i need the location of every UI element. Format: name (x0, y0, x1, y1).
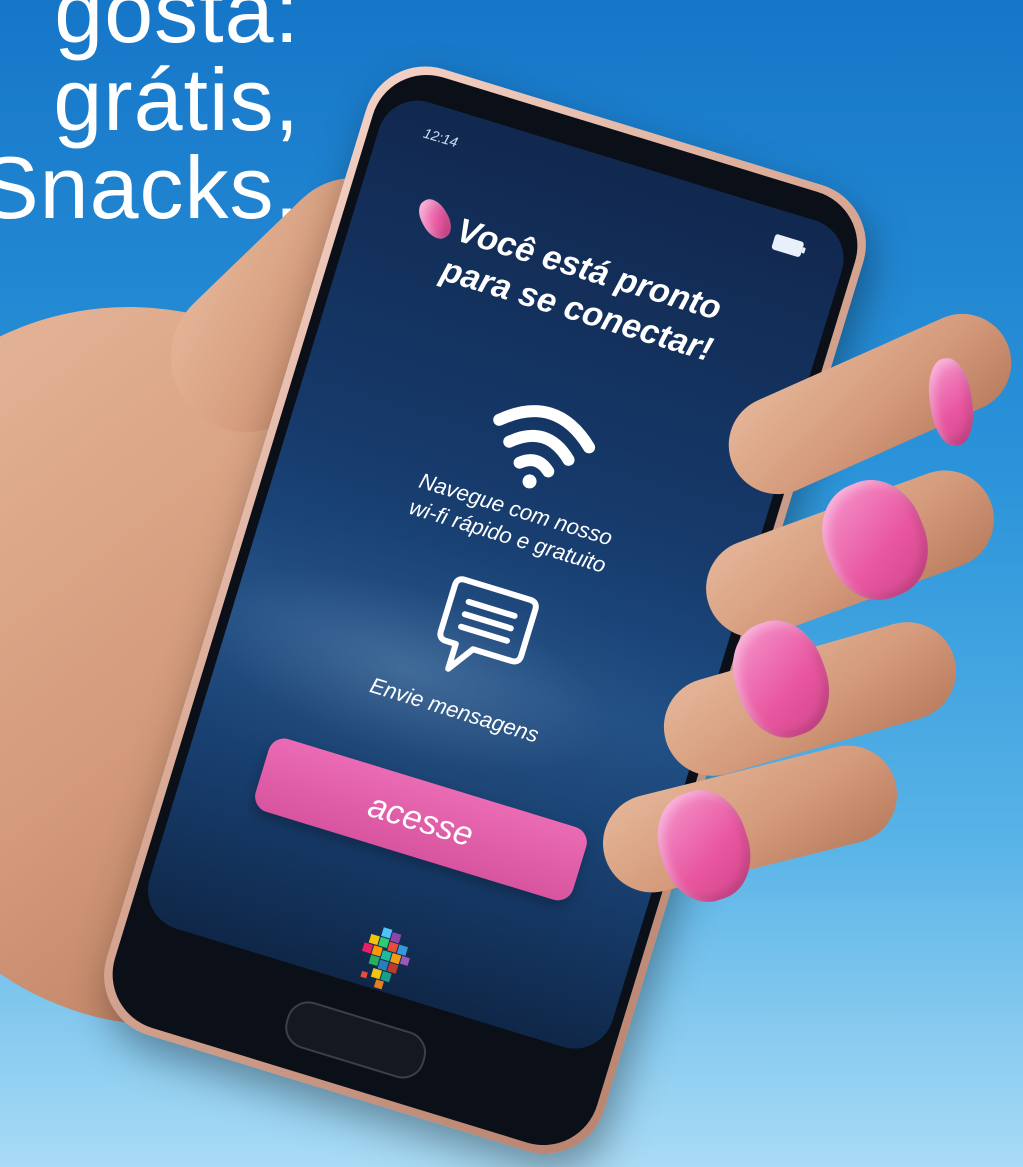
battery-icon (771, 233, 805, 258)
access-button[interactable]: acesse (251, 734, 591, 905)
message-icon (437, 576, 539, 672)
headline-line-2: grátis, (53, 50, 300, 149)
headline-line-1: gosta: (54, 0, 300, 61)
status-time: 12:14 (421, 124, 460, 151)
photo-scene: gosta: grátis, Snacks. 12:14 Você está p… (0, 0, 1023, 1167)
wifi-icon (493, 405, 596, 489)
headline: gosta: grátis, Snacks. (0, 0, 300, 232)
headline-line-3: Snacks. (0, 138, 300, 237)
